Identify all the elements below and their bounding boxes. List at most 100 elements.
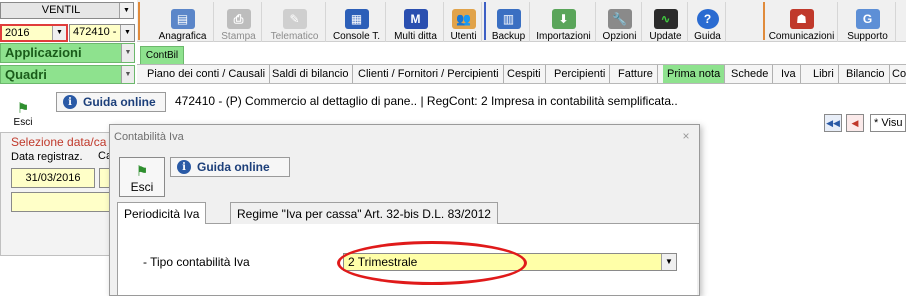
- stampa-button[interactable]: ⎙ Stampa: [216, 2, 262, 42]
- tab-periodicita-iva-label: Periodicità Iva: [124, 207, 200, 221]
- chevron-down-icon[interactable]: ▼: [121, 66, 134, 83]
- menu-item-clienti[interactable]: Clienti / Fornitori / Percipienti: [354, 65, 504, 83]
- applicazioni-select[interactable]: Applicazioni ▼: [0, 43, 135, 63]
- tab-periodicita-iva[interactable]: Periodicità Iva: [117, 202, 207, 225]
- company-code-value: 472410 -: [73, 26, 117, 38]
- esci-button[interactable]: ⚑ Esci: [8, 92, 38, 128]
- utenti-button[interactable]: 👥 Utenti: [446, 2, 482, 42]
- tab-contbil-label: ContBil: [145, 50, 179, 61]
- exit-icon: ⚑: [135, 163, 149, 179]
- stampa-label: Stampa: [221, 31, 256, 42]
- menu-item-iva[interactable]: Iva: [777, 65, 801, 83]
- download-icon: ⬇: [551, 9, 576, 29]
- left-arrow-icon: ◀: [851, 117, 859, 128]
- console-button[interactable]: ▦ Console T.: [328, 2, 386, 42]
- chevron-down-icon[interactable]: ▼: [119, 3, 133, 18]
- highlight-annotation: [337, 241, 527, 285]
- toolbar-separator: [138, 2, 140, 40]
- applicazioni-label: Applicazioni: [5, 45, 82, 60]
- company-name-combo[interactable]: VENTIL ▼: [0, 2, 134, 19]
- chevron-down-icon[interactable]: ▼: [52, 26, 66, 40]
- nav-prev-button[interactable]: ◀: [846, 114, 864, 132]
- exit-icon: ⚑: [16, 100, 30, 116]
- tab-regime-iva-cassa[interactable]: Regime "Iva per cassa" Art. 32-bis D.L. …: [230, 202, 498, 224]
- chevron-down-icon[interactable]: ▼: [120, 25, 134, 41]
- person-icon: ☗: [789, 9, 814, 29]
- data-registrazione-field[interactable]: 31/03/2016: [11, 168, 95, 188]
- description-field[interactable]: [11, 192, 119, 212]
- menu-item-saldi[interactable]: Saldi di bilancio: [268, 65, 354, 83]
- anagrafica-button[interactable]: ▤ Anagrafica: [152, 2, 214, 42]
- guida-online-button[interactable]: i Guida online: [56, 92, 166, 112]
- info-icon: i: [177, 160, 191, 174]
- comunicazioni-button[interactable]: ☗ Comunicazioni: [766, 2, 838, 42]
- backup-button[interactable]: ▥ Backup: [488, 2, 530, 42]
- visu-label: * Visu: [874, 117, 903, 129]
- toolbar-separator: [763, 2, 765, 40]
- guida-label: Guida: [694, 31, 721, 42]
- close-icon[interactable]: ×: [679, 129, 693, 143]
- dialog-esci-label: Esci: [130, 180, 154, 194]
- users-icon: 👥: [451, 9, 476, 29]
- opzioni-label: Opzioni: [602, 31, 637, 42]
- year-select[interactable]: 2016 ▼: [0, 24, 68, 42]
- monitor-icon: ∿: [653, 9, 678, 29]
- esci-label: Esci: [13, 117, 33, 128]
- wand-icon: ✎: [282, 9, 307, 29]
- double-left-arrow-icon: ◀◀: [826, 117, 840, 128]
- chevron-down-icon[interactable]: ▼: [121, 44, 134, 62]
- menu-item-piano-conti[interactable]: Piano dei conti / Causali: [143, 65, 271, 83]
- telematico-label: Telematico: [270, 31, 319, 42]
- data-registrazione-value: 31/03/2016: [25, 172, 81, 184]
- wrench-icon: 🔧: [607, 9, 632, 29]
- anagrafica-label: Anagrafica: [158, 31, 207, 42]
- guida-button[interactable]: ? Guida: [690, 2, 726, 42]
- menu-item-fatture[interactable]: Fatture: [614, 65, 658, 83]
- company-code-select[interactable]: 472410 - ▼: [69, 24, 135, 42]
- update-label: Update: [649, 31, 682, 42]
- dialog-tab-body: - Tipo contabilità Iva 2 Trimestrale ▼: [117, 224, 697, 295]
- year-value: 2016: [5, 27, 30, 39]
- tab-regime-iva-cassa-label: Regime "Iva per cassa" Art. 32-bis D.L. …: [237, 207, 491, 221]
- help-icon: ?: [696, 9, 719, 29]
- tab-contbil[interactable]: ContBil: [140, 46, 184, 64]
- quadri-select[interactable]: Quadri ▼: [0, 65, 135, 84]
- menu-item-co[interactable]: Co: [888, 65, 906, 83]
- console-label: Console T.: [332, 31, 381, 42]
- printer-icon: ⎙: [226, 9, 251, 29]
- backup-label: Backup: [491, 31, 526, 42]
- data-registrazione-label: Data registraz.: [11, 151, 83, 163]
- dialog-title: Contabilità Iva: [114, 131, 184, 143]
- company-info-text: 472410 - (P) Commercio al dettaglio di p…: [175, 94, 678, 108]
- menu-item-prima-nota[interactable]: Prima nota: [663, 65, 726, 83]
- opzioni-button[interactable]: 🔧 Opzioni: [598, 2, 642, 42]
- importazioni-button[interactable]: ⬇ Importazioni: [532, 2, 596, 42]
- console-icon: ▦: [344, 9, 369, 29]
- dialog-esci-button[interactable]: ⚑ Esci: [119, 157, 165, 197]
- supporto-button[interactable]: G Supporto: [840, 2, 896, 42]
- selection-section-label: Selezione data/ca: [11, 135, 107, 149]
- menu-item-percipienti[interactable]: Percipienti: [550, 65, 611, 83]
- supporto-label: Supporto: [847, 31, 888, 42]
- nav-first-button[interactable]: ◀◀: [824, 114, 842, 132]
- visu-select[interactable]: * Visu: [870, 114, 906, 132]
- menu-bar: Piano dei conti / Causali Saldi di bilan…: [137, 64, 906, 84]
- update-button[interactable]: ∿ Update: [644, 2, 688, 42]
- menu-item-cespiti[interactable]: Cespiti: [503, 65, 546, 83]
- multi-ditta-label: Multi ditta: [394, 31, 437, 42]
- dialog-guida-online-button[interactable]: i Guida online: [170, 157, 290, 177]
- backup-icon: ▥: [496, 9, 521, 29]
- book-icon: ▤: [170, 9, 195, 29]
- menu-item-bilancio[interactable]: Bilancio: [842, 65, 890, 83]
- quadri-label: Quadri: [5, 67, 47, 82]
- toolbar-separator: [484, 2, 486, 40]
- menu-item-schede[interactable]: Schede: [727, 65, 774, 83]
- contabilita-iva-dialog: Contabilità Iva × ⚑ Esci i Guida online …: [109, 124, 700, 296]
- m-icon: M: [403, 9, 428, 29]
- menu-item-libri[interactable]: Libri: [809, 65, 839, 83]
- telematico-button[interactable]: ✎ Telematico: [264, 2, 326, 42]
- dialog-guida-online-label: Guida online: [197, 160, 270, 174]
- multi-ditta-button[interactable]: M Multi ditta: [388, 2, 444, 42]
- chevron-down-icon[interactable]: ▼: [661, 254, 676, 270]
- comunicazioni-label: Comunicazioni: [768, 31, 835, 42]
